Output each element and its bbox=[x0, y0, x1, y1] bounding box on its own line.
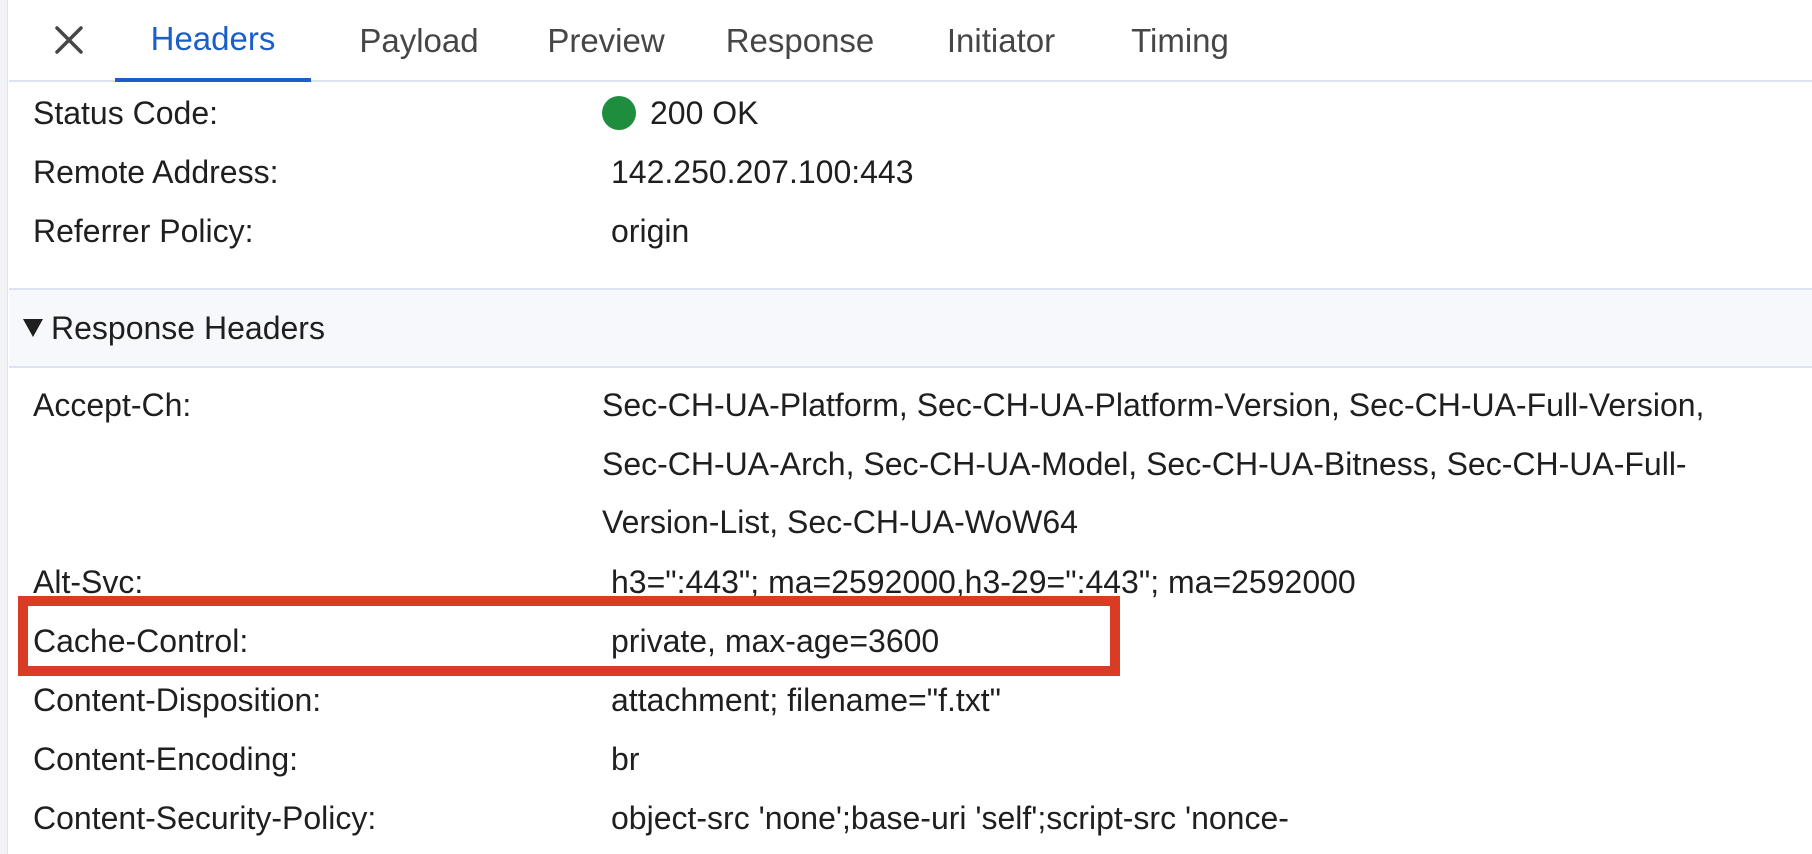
header-row-content-encoding: Content-Encoding: br bbox=[9, 730, 1812, 788]
header-key: Content-Disposition: bbox=[33, 682, 322, 718]
tab-preview[interactable]: Preview bbox=[525, 0, 687, 82]
header-key: Status Code: bbox=[33, 95, 218, 131]
header-row-alt-svc: Alt-Svc: h3=":443"; ma=2592000,h3-29=":4… bbox=[9, 553, 1812, 611]
tab-headers[interactable]: Headers bbox=[115, 0, 311, 82]
header-row-cache-control: Cache-Control: private, max-age=3600 bbox=[9, 612, 1812, 670]
status-ok-icon bbox=[602, 96, 636, 130]
header-row-status-code: Status Code: 200 OK bbox=[9, 84, 1812, 142]
left-panel-gutter bbox=[0, 0, 8, 854]
header-key: Accept-Ch: bbox=[33, 387, 192, 423]
section-title: Response Headers bbox=[51, 310, 325, 346]
header-value: h3=":443"; ma=2592000,h3-29=":443"; ma=2… bbox=[611, 564, 1356, 600]
header-value-accept-ch: Sec-CH-UA-Platform, Sec-CH-UA-Platform-V… bbox=[602, 387, 1705, 540]
response-headers-section-header[interactable]: Response Headers bbox=[9, 288, 1812, 368]
header-row-content-security-policy: Content-Security-Policy: object-src 'non… bbox=[9, 789, 1812, 847]
header-value: attachment; filename="f.txt" bbox=[611, 682, 1002, 718]
tab-timing[interactable]: Timing bbox=[1107, 0, 1253, 82]
header-row-content-disposition: Content-Disposition: attachment; filenam… bbox=[9, 671, 1812, 729]
header-key: Content-Encoding: bbox=[33, 741, 299, 777]
header-value: br bbox=[611, 741, 640, 777]
status-code-text: 200 OK bbox=[650, 95, 759, 131]
header-value: origin bbox=[611, 213, 690, 249]
header-value: object-src 'none';base-uri 'self';script… bbox=[611, 800, 1289, 836]
response-headers-toggle[interactable]: Response Headers bbox=[23, 290, 325, 366]
details-tab-bar: Headers Payload Preview Response Initiat… bbox=[9, 0, 1812, 82]
header-key: Alt-Svc: bbox=[33, 564, 144, 600]
header-key: Remote Address: bbox=[33, 154, 279, 190]
header-row-remote-address: Remote Address: 142.250.207.100:443 bbox=[9, 143, 1812, 201]
header-key: Cache-Control: bbox=[33, 623, 249, 659]
header-key: Referrer Policy: bbox=[33, 213, 254, 249]
tab-response[interactable]: Response bbox=[705, 0, 895, 82]
header-value: 142.250.207.100:443 bbox=[611, 154, 914, 190]
header-row-referrer-policy: Referrer Policy: origin bbox=[9, 202, 1812, 260]
close-icon[interactable] bbox=[49, 20, 89, 60]
triangle-down-icon bbox=[23, 319, 43, 337]
header-key: Content-Security-Policy: bbox=[33, 800, 377, 836]
header-value: private, max-age=3600 bbox=[611, 623, 940, 659]
tab-payload[interactable]: Payload bbox=[331, 0, 507, 82]
header-value: 200 OK bbox=[602, 84, 759, 142]
tab-initiator[interactable]: Initiator bbox=[915, 0, 1087, 82]
